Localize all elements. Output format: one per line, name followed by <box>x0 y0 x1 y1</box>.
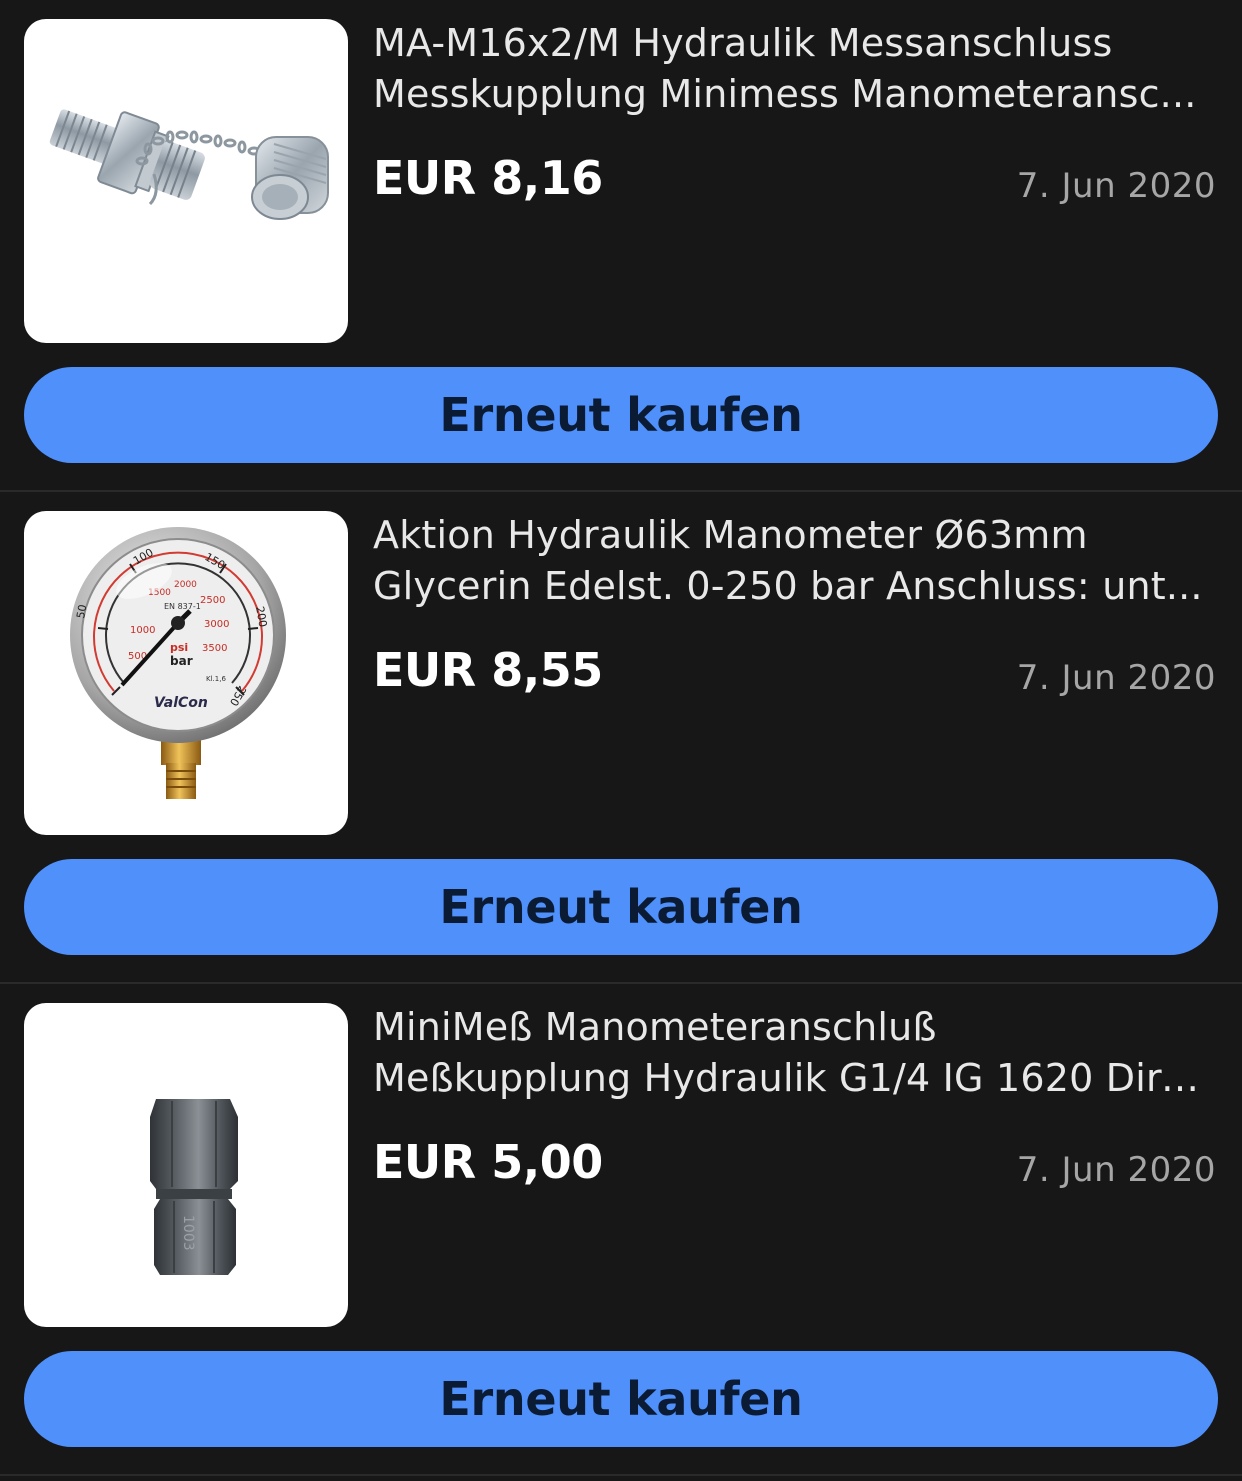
svg-text:ValCon: ValCon <box>154 695 208 711</box>
product-image[interactable]: 50 100 150 200 250 500 1000 1500 2000 25… <box>24 511 348 835</box>
order-item: 50 100 150 200 250 500 1000 1500 2000 25… <box>0 492 1242 984</box>
svg-text:Kl.1,6: Kl.1,6 <box>206 675 226 683</box>
svg-text:3000: 3000 <box>204 619 229 630</box>
order-date: 7. Jun 2020 <box>1016 166 1216 206</box>
product-title[interactable]: MiniMeß Manometeranschluß Meßkupplung Hy… <box>373 1002 1218 1104</box>
product-price: EUR 8,55 <box>373 643 603 697</box>
product-title-line-2: Glycerin Edelst. 0-250 bar Anschluss: un… <box>373 564 1203 608</box>
order-item: 1003 MiniMeß Manometeranschluß Meßkupplu… <box>0 984 1242 1476</box>
buy-again-button[interactable]: Erneut kaufen <box>24 859 1218 955</box>
product-title-line-1: MiniMeß Manometeranschluß <box>373 1005 937 1049</box>
product-image[interactable]: 1003 <box>24 1003 348 1327</box>
svg-text:1000: 1000 <box>130 625 155 636</box>
product-title[interactable]: MA-M16x2/M Hydraulik Messanschluss Messk… <box>373 18 1218 120</box>
order-date: 7. Jun 2020 <box>1016 658 1216 698</box>
adapter-fitting-image: 1003 <box>150 1099 238 1275</box>
svg-text:2000: 2000 <box>174 580 197 590</box>
order-item: MA-M16x2/M Hydraulik Messanschluss Messk… <box>0 0 1242 492</box>
product-title-line-1: MA-M16x2/M Hydraulik Messanschluss <box>373 21 1113 65</box>
fitting-stamp: 1003 <box>180 1215 196 1251</box>
svg-text:EN 837-1: EN 837-1 <box>164 602 201 611</box>
product-title[interactable]: Aktion Hydraulik Manometer Ø63mm Glyceri… <box>373 510 1218 612</box>
product-image[interactable] <box>24 19 348 343</box>
svg-text:2500: 2500 <box>200 595 225 606</box>
order-date: 7. Jun 2020 <box>1016 1150 1216 1190</box>
svg-text:3500: 3500 <box>202 643 227 654</box>
buy-again-button[interactable]: Erneut kaufen <box>24 367 1218 463</box>
svg-text:50: 50 <box>74 603 89 619</box>
product-title-line-2: Messkupplung Minimess Manometeransc... <box>373 72 1197 116</box>
svg-text:bar: bar <box>170 654 193 668</box>
buy-again-button[interactable]: Erneut kaufen <box>24 1351 1218 1447</box>
product-title-line-1: Aktion Hydraulik Manometer Ø63mm <box>373 513 1088 557</box>
svg-text:psi: psi <box>170 641 188 654</box>
product-price: EUR 8,16 <box>373 151 603 205</box>
product-price: EUR 5,00 <box>373 1135 603 1189</box>
pressure-gauge-image: 50 100 150 200 250 500 1000 1500 2000 25… <box>70 527 286 799</box>
product-title-line-2: Meßkupplung Hydraulik G1/4 IG 1620 Dire.… <box>373 1056 1218 1100</box>
hydraulic-test-coupling-image <box>49 109 329 220</box>
divider <box>0 1474 1242 1476</box>
